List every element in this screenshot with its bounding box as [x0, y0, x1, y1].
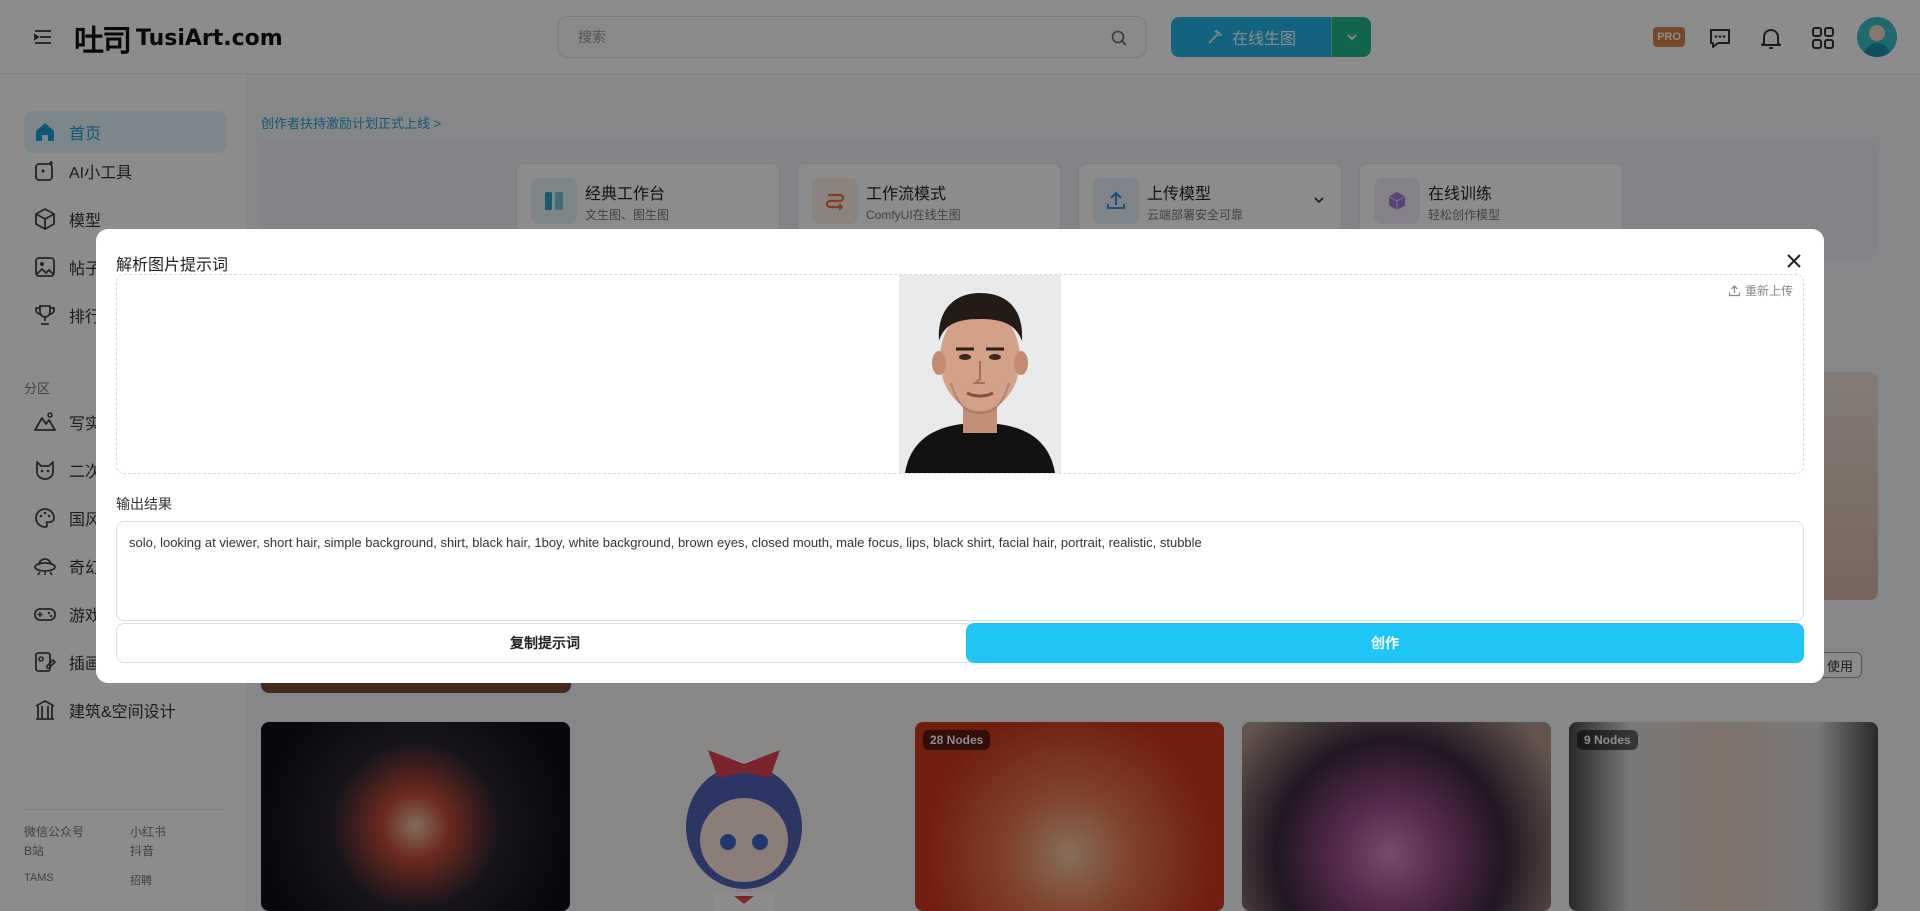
- modal-title: 解析图片提示词: [116, 257, 229, 274]
- result-label: 输出结果: [116, 496, 172, 512]
- image-upload-area[interactable]: 重新上传: [116, 274, 1804, 474]
- copy-prompt-button[interactable]: 复制提示词: [116, 623, 974, 663]
- image-prompt-parse-modal: 解析图片提示词 重新上传 输出结果 solo, looking at viewe…: [96, 229, 1824, 683]
- uploaded-portrait-image: [899, 275, 1061, 473]
- prompt-result-textarea[interactable]: solo, looking at viewer, short hair, sim…: [116, 521, 1804, 621]
- reupload-label: 重新上传: [1744, 284, 1793, 298]
- create-button[interactable]: 创作: [966, 623, 1804, 663]
- close-icon[interactable]: [1784, 251, 1804, 271]
- reupload-button[interactable]: 重新上传: [1728, 282, 1793, 299]
- upload-icon: [1728, 285, 1741, 297]
- portrait-illustration: [899, 275, 1061, 473]
